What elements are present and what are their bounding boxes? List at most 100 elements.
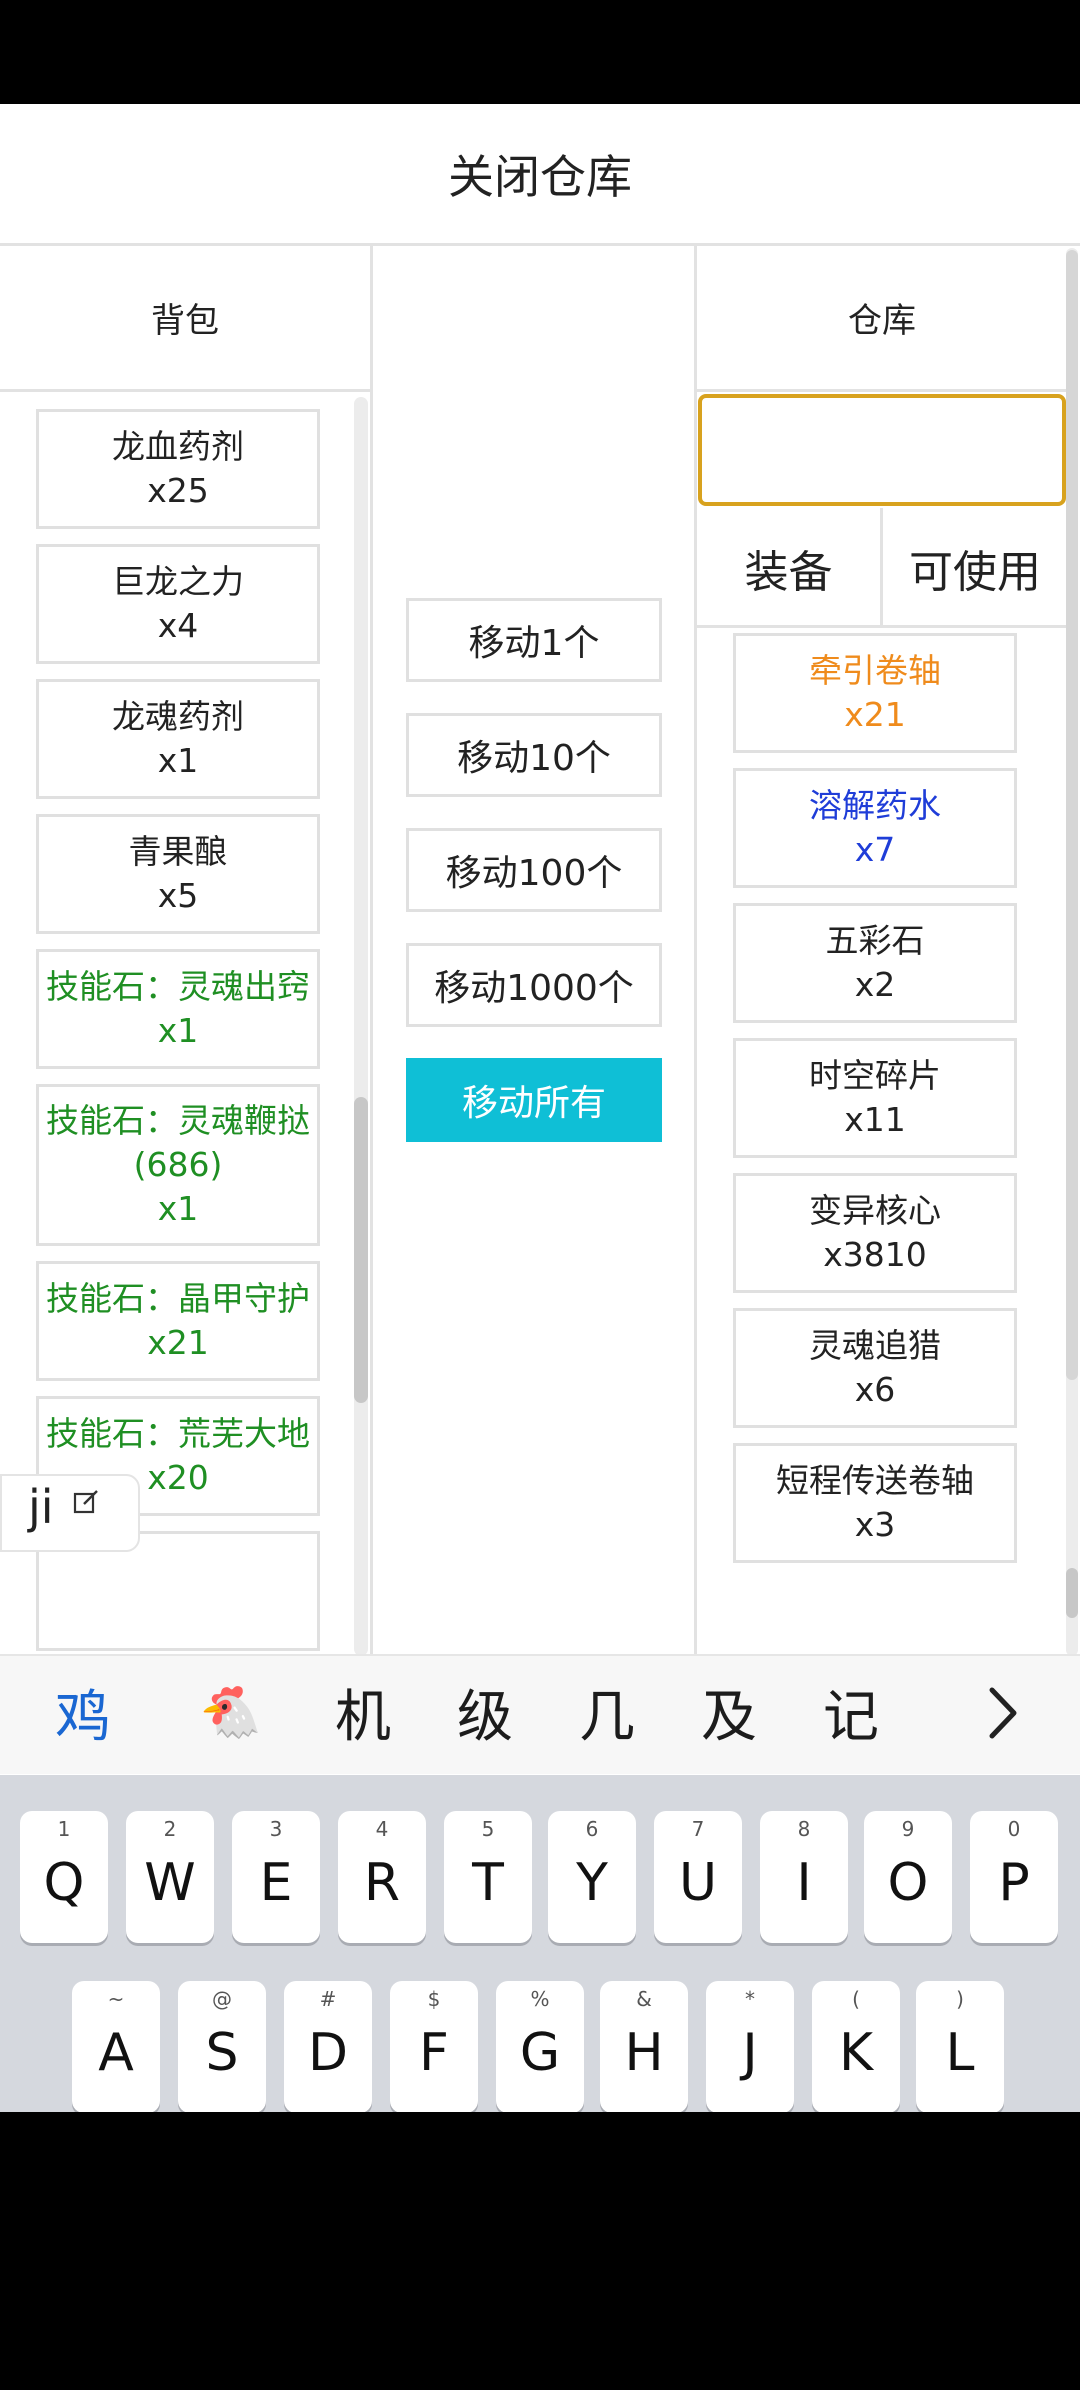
key-u[interactable]: 7U xyxy=(654,1811,742,1943)
backpack-scrollbar[interactable] xyxy=(354,397,368,1656)
backpack-item[interactable]: 青果酿 x5 xyxy=(36,814,320,934)
item-count: x21 xyxy=(844,695,906,734)
item-count: x3810 xyxy=(823,1235,927,1274)
page-scrollbar[interactable] xyxy=(1066,248,1078,1656)
item-sub: (686) xyxy=(133,1145,223,1184)
backpack-header: 背包 xyxy=(0,246,370,392)
page-scroll-thumb[interactable] xyxy=(1066,250,1078,1380)
key-y[interactable]: 6Y xyxy=(548,1811,636,1943)
key-w[interactable]: 2W xyxy=(126,1811,214,1943)
warehouse-item[interactable]: 灵魂追猎 x6 xyxy=(733,1308,1017,1428)
key-l[interactable]: ) L xyxy=(916,1981,1004,2112)
warehouse-item[interactable]: 短程传送卷轴 x3 xyxy=(733,1443,1017,1563)
move-10-label: 移动10个 xyxy=(457,738,611,779)
close-warehouse-button[interactable]: 关闭仓库 xyxy=(0,104,1080,246)
key-f[interactable]: $ F xyxy=(390,1981,478,2112)
item-count: x4 xyxy=(157,606,199,645)
move-1000-label: 移动1000个 xyxy=(434,968,634,1009)
item-count: x21 xyxy=(147,1323,209,1362)
item-count: x25 xyxy=(147,471,209,510)
backpack-item[interactable]: 龙血药剂 x25 xyxy=(36,409,320,529)
ime-candidate-bar xyxy=(0,1654,1080,1774)
item-count: x3 xyxy=(854,1505,896,1544)
item-name: 变异核心 xyxy=(809,1191,941,1230)
move-10-button[interactable]: 移动10个 xyxy=(406,713,662,797)
move-all-label: 移动所有 xyxy=(461,1083,606,1124)
backpack-scroll-thumb[interactable] xyxy=(354,1097,368,1403)
backpack-title: 背包 xyxy=(151,301,219,341)
candidate-word[interactable]: 🐔 xyxy=(186,1656,276,1768)
item-count: x11 xyxy=(844,1100,906,1139)
backpack-item[interactable]: 技能石：灵魂出窍 x1 xyxy=(36,949,320,1069)
backpack-item[interactable]: 巨龙之力 x4 xyxy=(36,544,320,664)
item-name: 牵引卷轴 xyxy=(809,651,941,690)
warehouse-title: 仓库 xyxy=(848,301,916,341)
move-1-label: 移动1个 xyxy=(468,623,600,664)
filter-usable-label: 可使用 xyxy=(909,547,1041,598)
ime-composing-bubble[interactable]: ji xyxy=(0,1474,140,1552)
keyboard: 1Q 2W 3E 4R 5T 6Y 7U 8I 9O 0P ~ A @ S # D $… xyxy=(0,1775,1080,2112)
move-1000-button[interactable]: 移动1000个 xyxy=(406,943,662,1027)
item-name: 溶解药水 xyxy=(809,786,941,825)
warehouse-header: 仓库 xyxy=(697,246,1067,392)
warehouse-item[interactable]: 五彩石 x2 xyxy=(733,903,1017,1023)
warehouse-list[interactable]: 牵引卷轴 x21 溶解药水 x7 五彩石 x2 时空碎片 x11 变异核心 x3… xyxy=(697,631,1067,1656)
warehouse-item[interactable]: 时空碎片 x11 xyxy=(733,1038,1017,1158)
warehouse-item[interactable]: 溶解药水 x7 xyxy=(733,768,1017,888)
key-r[interactable]: 4R xyxy=(338,1811,426,1943)
item-name: 时空碎片 xyxy=(809,1056,941,1095)
move-100-label: 移动100个 xyxy=(445,853,623,894)
key-h[interactable]: & H xyxy=(600,1981,688,2112)
backpack-item[interactable]: 技能石：晶甲守护 x21 xyxy=(36,1261,320,1381)
move-1-button[interactable]: 移动1个 xyxy=(406,598,662,682)
key-k[interactable]: (K xyxy=(812,1981,900,2112)
item-name: 龙魂药剂 xyxy=(112,697,244,736)
key-d[interactable]: # D xyxy=(284,1981,372,2112)
close-warehouse-label: 关闭仓库 xyxy=(448,149,632,204)
edit-icon[interactable] xyxy=(72,1488,100,1516)
backpack-item[interactable]: 技能石：灵魂鞭挞 (686) x1 xyxy=(36,1084,320,1246)
move-all-button[interactable]: 移动所有 xyxy=(406,1058,662,1142)
item-name: 技能石：灵魂出窍 xyxy=(46,967,310,1006)
warehouse-item[interactable]: 变异核心 x3810 xyxy=(733,1173,1017,1293)
key-j[interactable]: * J xyxy=(706,1981,794,2112)
chevron-right-icon[interactable] xyxy=(980,1684,1024,1742)
key-s[interactable]: @ S xyxy=(178,1981,266,2112)
key-g[interactable]: % G xyxy=(496,1981,584,2112)
candidate-word[interactable]: 鸡 xyxy=(40,1656,126,1768)
item-count: x5 xyxy=(157,876,199,915)
app-screen: 关闭仓库 背包 龙血药剂 x25 巨龙之力 x4 龙魂药剂 x1 青果酿 x5 … xyxy=(0,104,1080,2112)
move-100-button[interactable]: 移动100个 xyxy=(406,828,662,912)
item-count: x20 xyxy=(147,1458,209,1497)
key-a[interactable]: ~ A xyxy=(72,1981,160,2112)
candidate-word[interactable]: 级 xyxy=(442,1656,528,1768)
filter-equip-label: 装备 xyxy=(744,547,833,598)
item-name: 技能石：荒芜大地 xyxy=(46,1414,310,1453)
candidate-word[interactable]: 机 xyxy=(320,1656,406,1768)
candidate-word[interactable]: 记 xyxy=(808,1656,894,1768)
item-count: x2 xyxy=(854,965,896,1004)
key-p[interactable]: 0P xyxy=(970,1811,1058,1943)
page-scroll-thumb-lower[interactable] xyxy=(1066,1568,1078,1618)
item-name: 灵魂追猎 xyxy=(809,1326,941,1365)
divider-left xyxy=(370,246,373,1656)
candidate-word[interactable]: 及 xyxy=(686,1656,772,1768)
key-t[interactable]: 5T xyxy=(444,1811,532,1943)
warehouse-search-input[interactable] xyxy=(698,394,1066,506)
item-count: x1 xyxy=(157,1189,199,1228)
item-count: x7 xyxy=(854,830,896,869)
key-e[interactable]: 3E xyxy=(232,1811,320,1943)
filter-usable-tab[interactable]: 可使用 xyxy=(883,508,1067,628)
backpack-item[interactable]: 龙魂药剂 x1 xyxy=(36,679,320,799)
key-o[interactable]: 9O xyxy=(864,1811,952,1943)
item-name: 短程传送卷轴 xyxy=(776,1461,974,1500)
backpack-list[interactable]: 龙血药剂 x25 巨龙之力 x4 龙魂药剂 x1 青果酿 x5 技能石：灵魂出窍… xyxy=(0,395,370,1656)
item-name: 技能石：晶甲守护 xyxy=(46,1279,310,1318)
key-q[interactable]: 1Q xyxy=(20,1811,108,1943)
key-i[interactable]: 8I xyxy=(760,1811,848,1943)
candidate-word[interactable]: 几 xyxy=(564,1656,650,1768)
filter-equip-tab[interactable]: 装备 xyxy=(697,508,883,628)
item-count: x1 xyxy=(157,1011,199,1050)
item-count: x1 xyxy=(157,741,199,780)
warehouse-item[interactable]: 牵引卷轴 x21 xyxy=(733,633,1017,753)
